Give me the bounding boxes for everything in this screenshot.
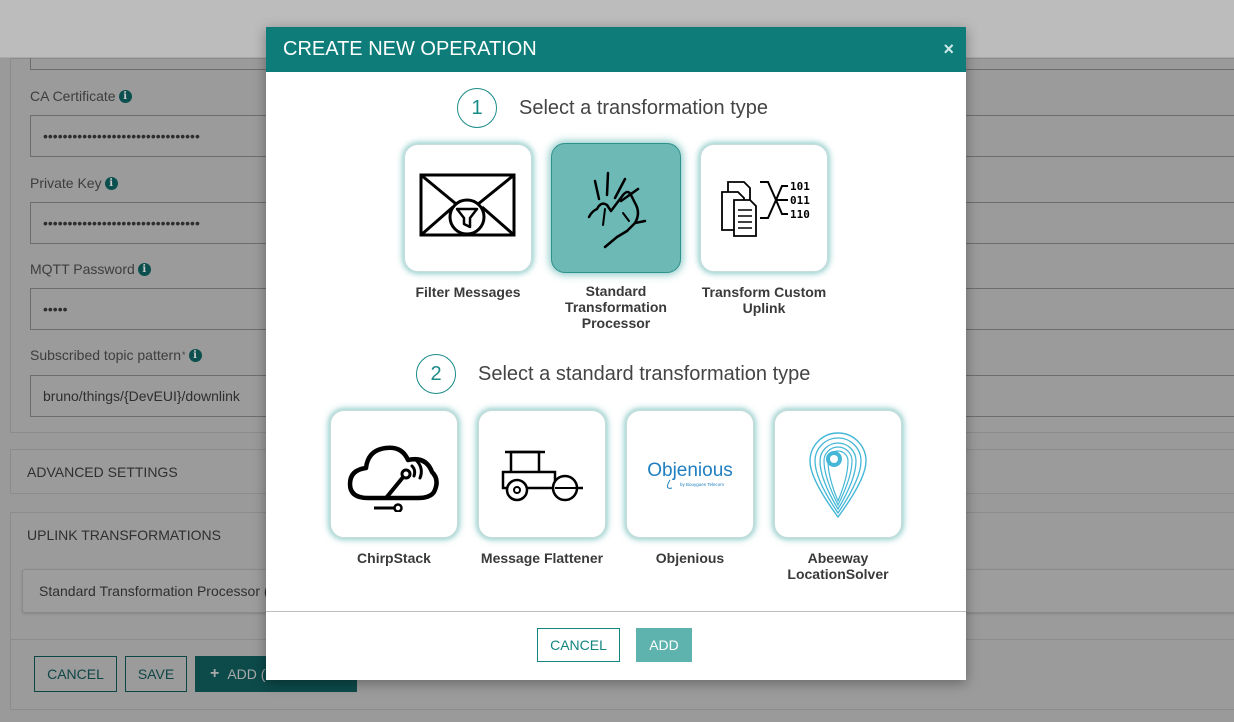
- uplink-transformations-title: UPLINK TRANSFORMATIONS: [27, 526, 221, 543]
- binary-line-1: 101: [790, 180, 810, 193]
- binary-line-3: 110: [790, 208, 810, 221]
- step-1-text: Select a transformation type: [519, 96, 769, 119]
- finger-tap-icon: [587, 171, 647, 249]
- private-key-label-text: Private Key: [30, 175, 102, 191]
- info-icon[interactable]: i: [118, 89, 132, 103]
- tile-abeeway-locationsolver-label: Abeeway LocationSolver: [787, 550, 889, 582]
- tile-standard-transformation-processor-box: [551, 143, 681, 273]
- tile-abeeway-locationsolver[interactable]: Abeeway LocationSolver: [774, 410, 902, 582]
- dialog-add-button[interactable]: ADD: [636, 628, 692, 662]
- tile-filter-messages[interactable]: Filter Messages: [404, 144, 532, 300]
- tile-filter-messages-label: Filter Messages: [415, 284, 521, 300]
- tile-chirpstack-label: ChirpStack: [357, 550, 431, 566]
- step-2-heading: 2 Select a standard transformation type: [416, 354, 810, 394]
- form-add-operation-label: ADD (: [227, 666, 266, 682]
- objenious-logo-text: Objenious: [647, 460, 733, 481]
- tile-abeeway-locationsolver-box: [774, 410, 902, 538]
- objenious-logo: Objenious by Bouygues Telecom: [647, 460, 733, 489]
- objenious-logo-subtext: by Bouygues Telecom: [680, 482, 724, 487]
- dialog-header: CREATE NEW OPERATION ×: [266, 27, 966, 72]
- envelope-filter-icon: [419, 173, 516, 237]
- form-cancel-button[interactable]: CANCEL: [34, 656, 117, 692]
- form-save-button[interactable]: SAVE: [125, 656, 187, 692]
- dialog-footer-divider: [266, 611, 966, 612]
- tile-transform-custom-uplink-label: Transform Custom Uplink: [701, 284, 827, 316]
- plus-icon: +: [210, 665, 220, 682]
- step-2-number: 2: [416, 354, 456, 394]
- road-roller-icon: [501, 450, 583, 502]
- advanced-settings-title: ADVANCED SETTINGS: [27, 463, 178, 480]
- binary-line-2: 011: [790, 194, 810, 207]
- tile-message-flattener-box: [478, 410, 606, 538]
- mqtt-password-label: MQTT Password i: [30, 261, 151, 277]
- step-2-text: Select a standard transformation type: [478, 362, 811, 385]
- step-1-heading: 1 Select a transformation type: [457, 88, 768, 128]
- ca-certificate-label-text: CA Certificate: [30, 88, 116, 104]
- tile-objenious-label: Objenious: [655, 550, 725, 566]
- tile-filter-messages-box: [404, 144, 532, 272]
- info-icon[interactable]: i: [188, 348, 202, 362]
- dialog-cancel-button[interactable]: CANCEL: [537, 628, 620, 662]
- private-key-label: Private Key i: [30, 175, 118, 191]
- subscribed-topic-label: Subscribed topic pattern * i: [30, 347, 202, 363]
- ca-certificate-label: CA Certificate i: [30, 88, 132, 104]
- info-icon[interactable]: i: [104, 176, 118, 190]
- documents-binary-icon: 101 011 110: [721, 180, 810, 237]
- tile-transform-custom-uplink[interactable]: 101 011 110 Transform Custom Uplink: [700, 144, 828, 316]
- required-marker: *: [181, 350, 186, 360]
- dialog-title: CREATE NEW OPERATION: [283, 38, 537, 60]
- tile-chirpstack[interactable]: ChirpStack: [330, 410, 458, 566]
- mqtt-password-label-text: MQTT Password: [30, 261, 135, 277]
- tile-message-flattener-label: Message Flattener: [480, 550, 604, 566]
- create-operation-dialog: CREATE NEW OPERATION × 1 Select a transf…: [266, 27, 966, 680]
- tile-objenious[interactable]: Objenious by Bouygues Telecom Objenious: [626, 410, 754, 566]
- cloud-network-icon: [347, 445, 439, 512]
- tile-message-flattener[interactable]: Message Flattener: [478, 410, 606, 566]
- tile-standard-transformation-processor[interactable]: Standard Transformation Processor: [551, 143, 681, 331]
- location-pin-icon: [809, 432, 867, 519]
- step-1-number: 1: [457, 88, 497, 128]
- info-icon[interactable]: i: [137, 262, 151, 276]
- transformation-item-label: Standard Transformation Processor (: [39, 583, 269, 599]
- tile-standard-transformation-processor-label: Standard Transformation Processor: [565, 283, 667, 331]
- tile-chirpstack-box: [330, 410, 458, 538]
- close-icon[interactable]: ×: [943, 39, 954, 60]
- tile-transform-custom-uplink-box: 101 011 110: [700, 144, 828, 272]
- tile-objenious-box: Objenious by Bouygues Telecom: [626, 410, 754, 538]
- subscribed-topic-label-text: Subscribed topic pattern: [30, 347, 181, 363]
